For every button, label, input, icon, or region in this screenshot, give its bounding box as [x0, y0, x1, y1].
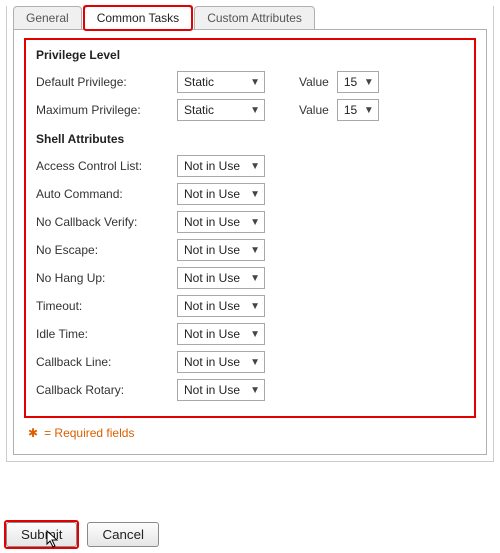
select-auto-command[interactable]: Not in Use ▼ [177, 183, 265, 205]
select-callback-line[interactable]: Not in Use ▼ [177, 351, 265, 373]
label-timeout: Timeout: [36, 299, 171, 313]
chevron-down-icon: ▼ [364, 77, 374, 88]
tab-general[interactable]: General [13, 6, 82, 30]
chevron-down-icon: ▼ [250, 245, 260, 256]
select-value: Not in Use [184, 187, 240, 201]
chevron-down-icon: ▼ [364, 105, 374, 116]
row-callback-rotary: Callback Rotary: Not in Use ▼ [36, 378, 464, 402]
required-fields-text: = Required fields [44, 426, 134, 440]
row-auto-command: Auto Command: Not in Use ▼ [36, 182, 464, 206]
config-panel: General Common Tasks Custom Attributes P… [6, 6, 494, 462]
select-maximum-privilege-value[interactable]: 15 ▼ [337, 99, 379, 121]
select-idle-time[interactable]: Not in Use ▼ [177, 323, 265, 345]
row-no-escape: No Escape: Not in Use ▼ [36, 238, 464, 262]
chevron-down-icon: ▼ [250, 329, 260, 340]
select-value: 15 [344, 75, 357, 89]
select-default-privilege-value[interactable]: 15 ▼ [337, 71, 379, 93]
chevron-down-icon: ▼ [250, 105, 260, 116]
required-fields-note: ✱ = Required fields [28, 426, 476, 440]
row-idle-time: Idle Time: Not in Use ▼ [36, 322, 464, 346]
tab-common-tasks[interactable]: Common Tasks [84, 6, 192, 30]
label-acl: Access Control List: [36, 159, 171, 173]
select-value: Not in Use [184, 159, 240, 173]
select-value: Not in Use [184, 383, 240, 397]
select-value: Not in Use [184, 327, 240, 341]
row-maximum-privilege: Maximum Privilege: Static ▼ Value 15 ▼ [36, 98, 464, 122]
chevron-down-icon: ▼ [250, 161, 260, 172]
select-callback-rotary[interactable]: Not in Use ▼ [177, 379, 265, 401]
label-no-callback-verify: No Callback Verify: [36, 215, 171, 229]
row-callback-line: Callback Line: Not in Use ▼ [36, 350, 464, 374]
label-default-privilege: Default Privilege: [36, 75, 171, 89]
chevron-down-icon: ▼ [250, 217, 260, 228]
chevron-down-icon: ▼ [250, 77, 260, 88]
select-acl[interactable]: Not in Use ▼ [177, 155, 265, 177]
select-value: Not in Use [184, 355, 240, 369]
select-value: Not in Use [184, 271, 240, 285]
label-value: Value [299, 103, 329, 117]
select-value: Not in Use [184, 299, 240, 313]
chevron-down-icon: ▼ [250, 189, 260, 200]
select-value: Not in Use [184, 215, 240, 229]
select-maximum-privilege-mode[interactable]: Static ▼ [177, 99, 265, 121]
highlighted-settings-box: Privilege Level Default Privilege: Stati… [24, 38, 476, 418]
section-shell-attributes: Shell Attributes [36, 132, 464, 146]
select-value: 15 [344, 103, 357, 117]
select-no-escape[interactable]: Not in Use ▼ [177, 239, 265, 261]
select-value: Not in Use [184, 243, 240, 257]
tab-body: Privilege Level Default Privilege: Stati… [13, 29, 487, 455]
select-default-privilege-mode[interactable]: Static ▼ [177, 71, 265, 93]
select-value: Static [184, 103, 214, 117]
select-no-hang-up[interactable]: Not in Use ▼ [177, 267, 265, 289]
tab-custom-attributes[interactable]: Custom Attributes [194, 6, 315, 30]
chevron-down-icon: ▼ [250, 273, 260, 284]
row-acl: Access Control List: Not in Use ▼ [36, 154, 464, 178]
label-auto-command: Auto Command: [36, 187, 171, 201]
select-no-callback-verify[interactable]: Not in Use ▼ [177, 211, 265, 233]
submit-button[interactable]: Submit [6, 522, 77, 547]
chevron-down-icon: ▼ [250, 357, 260, 368]
select-timeout[interactable]: Not in Use ▼ [177, 295, 265, 317]
label-callback-rotary: Callback Rotary: [36, 383, 171, 397]
row-no-callback-verify: No Callback Verify: Not in Use ▼ [36, 210, 464, 234]
label-no-escape: No Escape: [36, 243, 171, 257]
chevron-down-icon: ▼ [250, 301, 260, 312]
label-no-hang-up: No Hang Up: [36, 271, 171, 285]
tab-strip: General Common Tasks Custom Attributes [13, 6, 487, 30]
label-idle-time: Idle Time: [36, 327, 171, 341]
row-no-hang-up: No Hang Up: Not in Use ▼ [36, 266, 464, 290]
section-privilege-level: Privilege Level [36, 48, 464, 62]
row-default-privilege: Default Privilege: Static ▼ Value 15 ▼ [36, 70, 464, 94]
row-timeout: Timeout: Not in Use ▼ [36, 294, 464, 318]
label-callback-line: Callback Line: [36, 355, 171, 369]
action-bar: Submit Cancel [6, 522, 494, 547]
select-value: Static [184, 75, 214, 89]
required-icon: ✱ [28, 426, 38, 440]
label-value: Value [299, 75, 329, 89]
cancel-button[interactable]: Cancel [87, 522, 159, 547]
label-maximum-privilege: Maximum Privilege: [36, 103, 171, 117]
chevron-down-icon: ▼ [250, 385, 260, 396]
